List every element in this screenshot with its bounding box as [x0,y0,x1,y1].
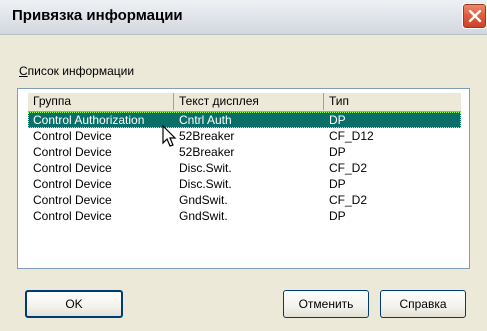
info-list-label-accel: С [19,64,28,78]
cell-group: Control Device [33,209,112,223]
cancel-button[interactable]: Отменить [283,290,369,318]
cell-display-text: 52Breaker [179,129,235,143]
cell-display-text: GndSwit. [179,193,228,207]
cell-type: CF_D2 [329,161,368,175]
close-button[interactable] [462,3,487,29]
window-title: Привязка информации [12,7,183,24]
close-icon [468,10,482,23]
cell-display-text: Cntrl Auth [179,113,232,127]
list-row[interactable]: Control Authorization Cntrl Auth DP [28,112,461,128]
cell-display-text: Disc.Swit. [179,161,232,175]
list-row[interactable]: Control Device 52Breaker DP [28,144,461,160]
mouse-cursor-icon [162,125,177,147]
cell-group: Control Device [33,161,112,175]
cell-group: Control Device [33,177,112,191]
cell-group: Control Authorization [33,113,145,127]
list-row[interactable]: Control Device 52Breaker CF_D12 [28,128,461,144]
cell-display-text: 52Breaker [179,145,235,159]
cell-display-text: GndSwit. [179,209,228,223]
list-row[interactable]: Control Device Disc.Swit. DP [28,176,461,192]
help-button[interactable]: Справка [380,290,466,318]
list-row[interactable]: Control Device GndSwit. CF_D2 [28,192,461,208]
column-header-display-text[interactable]: Текст дисплея [174,93,324,110]
info-list-label: Список информации [19,64,134,78]
title-bar: Привязка информации [0,0,487,35]
cell-group: Control Device [33,145,112,159]
cell-group: Control Device [33,129,112,143]
cell-type: CF_D12 [329,129,374,143]
list-header: Группа Текст дисплея Тип [28,93,461,112]
column-header-group[interactable]: Группа [28,93,174,110]
info-list[interactable]: Группа Текст дисплея Тип Control Authori… [17,88,470,269]
list-rows: Control Authorization Cntrl Auth DP Cont… [28,112,461,224]
cell-type: DP [329,177,346,191]
list-row[interactable]: Control Device Disc.Swit. CF_D2 [28,160,461,176]
cell-type: DP [329,113,346,127]
cell-display-text: Disc.Swit. [179,177,232,191]
column-header-type[interactable]: Тип [324,93,461,110]
list-row[interactable]: Control Device GndSwit. DP [28,208,461,224]
cell-type: CF_D2 [329,193,368,207]
cell-type: DP [329,209,346,223]
cell-type: DP [329,145,346,159]
info-list-label-rest: писок информации [27,64,135,78]
cell-group: Control Device [33,193,112,207]
ok-button[interactable]: OK [25,290,123,318]
